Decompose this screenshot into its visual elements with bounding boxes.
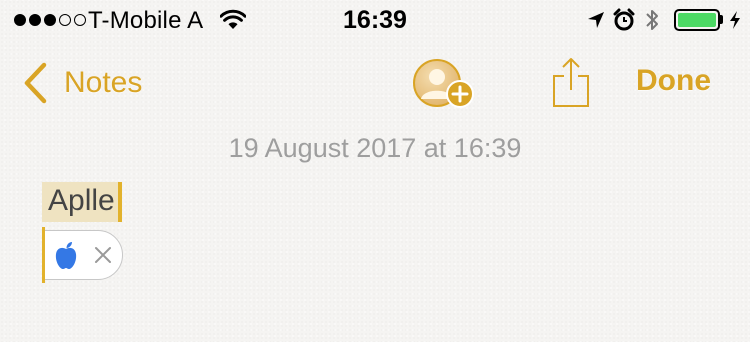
location-icon [588, 12, 604, 28]
status-time: 16:39 [343, 6, 407, 34]
battery-icon [674, 9, 720, 31]
close-icon[interactable] [94, 246, 112, 264]
charging-icon [730, 11, 740, 29]
alarm-icon [613, 8, 635, 31]
add-people-icon [413, 59, 474, 108]
autocorrect-suggestion[interactable] [42, 227, 123, 283]
apple-icon[interactable] [53, 240, 79, 270]
battery-level [678, 13, 716, 27]
battery-tip [720, 15, 723, 24]
share-button[interactable] [550, 56, 592, 110]
bluetooth-icon [646, 10, 658, 30]
back-label: Notes [64, 66, 143, 99]
status-bar: T-Mobile A 16:39 [0, 0, 750, 40]
chevron-left-icon [24, 62, 47, 104]
done-button[interactable]: Done [636, 64, 711, 98]
text-cursor [117, 182, 122, 222]
back-button[interactable]: Notes [22, 60, 142, 106]
add-people-button[interactable] [412, 58, 484, 112]
note-date: 19 August 2017 at 16:39 [228, 133, 522, 163]
share-icon [553, 58, 589, 107]
note-body[interactable]: Aplle [42, 178, 122, 226]
note-text[interactable]: Aplle [42, 182, 118, 222]
